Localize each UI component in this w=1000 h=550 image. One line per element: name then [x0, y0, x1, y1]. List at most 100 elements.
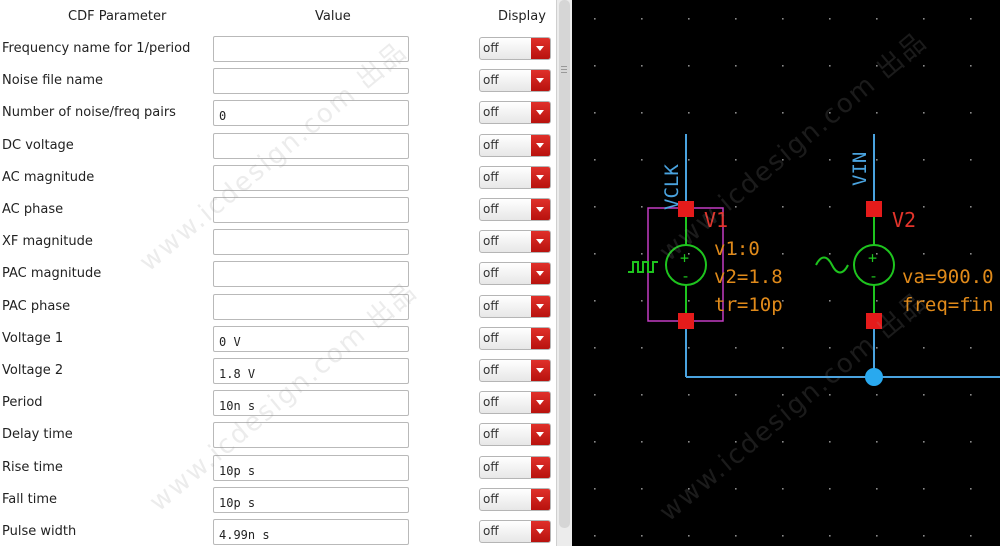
- display-dropdown[interactable]: off: [479, 487, 551, 511]
- parameter-label: Voltage 1: [2, 330, 64, 346]
- chevron-down-icon[interactable]: [531, 424, 550, 446]
- display-dropdown[interactable]: off: [479, 359, 551, 382]
- v2-plus-pin[interactable]: [866, 201, 882, 217]
- grid-dot: [923, 159, 925, 161]
- chevron-down-icon[interactable]: [531, 327, 550, 349]
- chevron-down-icon[interactable]: [531, 38, 550, 59]
- v1-param-v1: v1:0: [714, 238, 760, 260]
- grid-dot: [641, 253, 643, 255]
- v1-param-v2: v2=1.8: [714, 266, 783, 288]
- chevron-down-icon[interactable]: [531, 360, 550, 381]
- v2-param-va: va=900.0: [902, 266, 994, 288]
- display-selected-value: off: [483, 234, 499, 249]
- display-selected-value: off: [483, 363, 499, 377]
- grid-dot: [782, 112, 784, 114]
- grid-dot: [688, 535, 690, 537]
- wire-junction[interactable]: [865, 368, 883, 386]
- display-dropdown[interactable]: off: [479, 326, 551, 350]
- display-dropdown[interactable]: off: [479, 69, 551, 93]
- vertical-scrollbar[interactable]: [556, 0, 572, 546]
- parameter-row: Noise file name off: [0, 64, 556, 96]
- grid-dot: [782, 65, 784, 67]
- grid-dot: [782, 18, 784, 20]
- grid-dot: [641, 159, 643, 161]
- display-selected-value: off: [483, 524, 499, 538]
- display-selected-value: off: [483, 105, 499, 120]
- display-selected-value: off: [483, 169, 499, 184]
- parameter-value-field[interactable]: 10p s: [213, 486, 409, 513]
- display-dropdown[interactable]: off: [479, 101, 551, 125]
- chevron-down-icon[interactable]: [531, 488, 550, 510]
- grid-dot: [782, 441, 784, 443]
- schematic-canvas[interactable]: + - + - VCLK VIN V1 V2 v1:0 v2=1.8 tr=10…: [572, 0, 1000, 546]
- grid-dot: [641, 18, 643, 20]
- grid-dot: [594, 535, 596, 537]
- display-dropdown[interactable]: off: [479, 165, 551, 189]
- v2-instance-name: V2: [892, 208, 916, 232]
- display-dropdown[interactable]: off: [479, 198, 551, 221]
- chevron-down-icon[interactable]: [531, 263, 550, 285]
- chevron-down-icon[interactable]: [531, 521, 550, 542]
- grid-dot: [688, 159, 690, 161]
- parameter-value-field[interactable]: [213, 261, 409, 288]
- parameter-value-field[interactable]: 4.99n s: [213, 519, 409, 545]
- chevron-down-icon[interactable]: [531, 392, 550, 414]
- display-dropdown[interactable]: off: [479, 37, 551, 60]
- display-dropdown[interactable]: off: [479, 230, 551, 254]
- grid-dot: [876, 441, 878, 443]
- chevron-down-icon[interactable]: [531, 456, 550, 478]
- chevron-down-icon[interactable]: [531, 102, 550, 124]
- net-label-vclk[interactable]: VCLK: [661, 164, 683, 210]
- v1-minus-pin[interactable]: [678, 313, 694, 329]
- display-dropdown[interactable]: off: [479, 455, 551, 479]
- parameter-value-field[interactable]: 10p s: [213, 454, 409, 481]
- chevron-down-icon[interactable]: [531, 231, 550, 253]
- grid-dot: [970, 65, 972, 67]
- grid-dot: [876, 394, 878, 396]
- grid-dot: [688, 347, 690, 349]
- grid-dot: [970, 488, 972, 490]
- parameter-label: Frequency name for 1/period: [2, 41, 191, 56]
- parameter-row: Fall time 10p s off: [0, 483, 556, 515]
- pulse-waveform-icon: [628, 261, 658, 273]
- column-header-value: Value: [315, 9, 351, 24]
- display-dropdown[interactable]: off: [479, 133, 551, 157]
- grid-dot: [970, 535, 972, 537]
- parameter-label: Fall time: [2, 491, 57, 507]
- net-label-vin[interactable]: VIN: [849, 152, 871, 186]
- chevron-down-icon[interactable]: [531, 134, 550, 156]
- grid-dot: [735, 65, 737, 67]
- parameter-label: PAC magnitude: [2, 266, 102, 282]
- scrollbar-grip-line: [561, 66, 567, 67]
- grid-dot: [641, 535, 643, 537]
- grid-dot: [688, 394, 690, 396]
- parameter-value-field[interactable]: [213, 229, 409, 256]
- chevron-down-icon[interactable]: [531, 295, 550, 317]
- display-dropdown[interactable]: off: [479, 391, 551, 415]
- grid-dot: [688, 112, 690, 114]
- grid-dot: [923, 347, 925, 349]
- scrollbar-thumb[interactable]: [559, 0, 570, 528]
- display-selected-value: off: [483, 427, 499, 442]
- column-header-cdf-parameter: CDF Parameter: [68, 9, 167, 24]
- grid-dot: [594, 394, 596, 396]
- grid-dot: [923, 535, 925, 537]
- display-dropdown[interactable]: off: [479, 520, 551, 543]
- chevron-down-icon[interactable]: [531, 199, 550, 220]
- chevron-down-icon[interactable]: [531, 166, 550, 188]
- grid-dot: [594, 488, 596, 490]
- grid-dot: [829, 159, 831, 161]
- grid-dot: [923, 441, 925, 443]
- chevron-down-icon[interactable]: [531, 70, 550, 92]
- v2-minus-sign: -: [869, 267, 878, 285]
- grid-dot: [688, 65, 690, 67]
- display-dropdown[interactable]: off: [479, 262, 551, 286]
- scrollbar-grip-line: [561, 69, 567, 70]
- grid-dot: [876, 300, 878, 302]
- display-dropdown[interactable]: off: [479, 423, 551, 447]
- display-selected-value: off: [483, 137, 499, 152]
- display-selected-value: off: [483, 459, 499, 474]
- grid-dot: [594, 112, 596, 114]
- display-dropdown[interactable]: off: [479, 294, 551, 318]
- grid-dot: [782, 488, 784, 490]
